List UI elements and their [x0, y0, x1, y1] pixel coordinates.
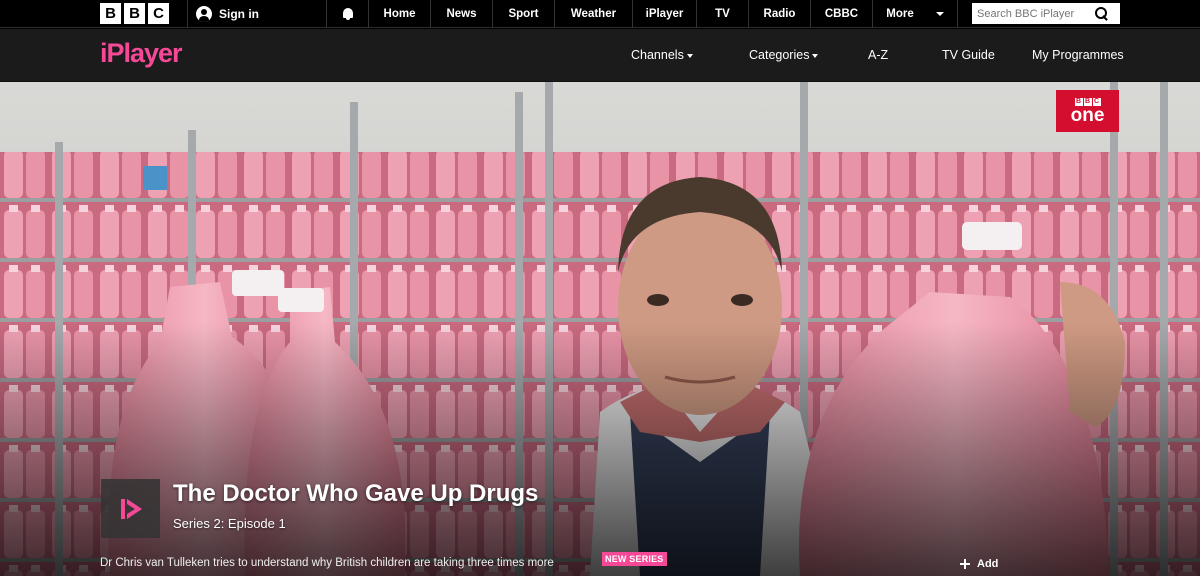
- global-nav-label: Home: [383, 8, 416, 20]
- plus-icon: [960, 559, 970, 569]
- global-nav-label: More: [886, 8, 914, 20]
- channel-name: one: [1070, 104, 1105, 126]
- sign-in-link[interactable]: Sign in: [187, 0, 325, 28]
- channel-logo: B B C one: [1056, 90, 1119, 132]
- global-nav-label: TV: [715, 8, 730, 20]
- global-nav-news[interactable]: News: [430, 0, 492, 28]
- bbc-logo-letter: B: [100, 3, 121, 24]
- global-nav-cbbc[interactable]: CBBC: [810, 0, 872, 28]
- nav-tv-guide-label: TV Guide: [942, 48, 995, 62]
- bbc-global-nav: Home News Sport Weather iPlayer TV Radio…: [368, 0, 958, 28]
- play-button[interactable]: [101, 479, 160, 538]
- iplayer-header: iPlayer Channels Categories A-Z TV Guide…: [0, 29, 1200, 82]
- bbc-logo-letter: C: [148, 3, 169, 24]
- search-box: [972, 3, 1120, 24]
- global-nav-more[interactable]: More: [872, 0, 958, 28]
- bbc-logo-letter: B: [124, 3, 145, 24]
- episode-label: Series 2: Episode 1: [173, 516, 286, 531]
- chevron-down-icon: [935, 12, 944, 16]
- programme-info: The Doctor Who Gave Up Drugs Series 2: E…: [173, 480, 538, 531]
- hero-gradient: [0, 322, 1200, 576]
- new-series-badge: NEW SERIES: [602, 552, 667, 566]
- add-button[interactable]: Add: [960, 558, 998, 570]
- iplayer-logo[interactable]: iPlayer: [100, 38, 183, 69]
- nav-categories[interactable]: Categories: [749, 48, 819, 62]
- global-nav-iplayer[interactable]: iPlayer: [632, 0, 696, 28]
- nav-channels[interactable]: Channels: [631, 48, 693, 62]
- nav-a-z-label: A-Z: [868, 48, 889, 62]
- global-nav-tv[interactable]: TV: [696, 0, 748, 28]
- global-nav-sport[interactable]: Sport: [492, 0, 554, 28]
- global-nav-label: CBBC: [824, 8, 859, 20]
- bell-icon: [342, 8, 354, 20]
- programme-synopsis: Dr Chris van Tulleken tries to understan…: [100, 557, 554, 569]
- global-nav-label: Radio: [763, 8, 796, 20]
- global-nav-label: Weather: [570, 8, 617, 20]
- hero-promo[interactable]: B B C one The Doctor Who Gave Up Drugs S…: [0, 82, 1200, 576]
- nav-tv-guide[interactable]: TV Guide: [942, 48, 995, 62]
- programme-title[interactable]: The Doctor Who Gave Up Drugs: [173, 480, 538, 508]
- nav-a-z[interactable]: A-Z: [868, 48, 888, 62]
- chevron-down-icon: [812, 54, 819, 58]
- user-icon: [196, 6, 212, 22]
- search-icon[interactable]: [1094, 6, 1110, 22]
- global-nav-label: iPlayer: [645, 8, 684, 20]
- add-label: Add: [977, 558, 999, 570]
- global-nav-home[interactable]: Home: [368, 0, 430, 28]
- play-icon: [120, 498, 142, 519]
- sign-in-label: Sign in: [219, 7, 259, 21]
- nav-channels-label: Channels: [631, 48, 684, 62]
- bbc-logo[interactable]: B B C: [100, 3, 169, 24]
- global-nav-radio[interactable]: Radio: [748, 0, 810, 28]
- global-nav-label: News: [446, 8, 477, 20]
- search-input[interactable]: [972, 4, 1094, 23]
- nav-my-programmes-label: My Programmes: [1032, 48, 1124, 62]
- global-nav-label: Sport: [508, 8, 539, 20]
- bbc-global-bar: B B C Sign in Home News Sport Weather iP…: [0, 0, 1200, 28]
- nav-my-programmes[interactable]: My Programmes: [1032, 48, 1124, 62]
- nav-categories-label: Categories: [749, 48, 810, 62]
- chevron-down-icon: [686, 54, 693, 58]
- notifications-button[interactable]: [326, 0, 368, 28]
- global-nav-weather[interactable]: Weather: [554, 0, 632, 28]
